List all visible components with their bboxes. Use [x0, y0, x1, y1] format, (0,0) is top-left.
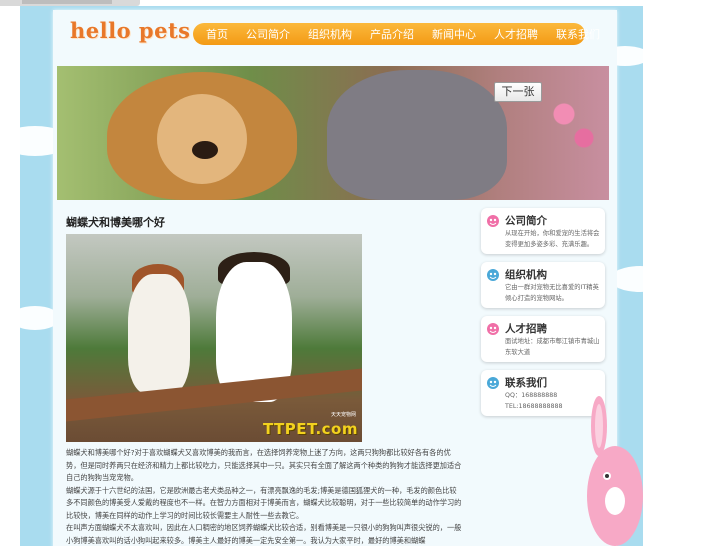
nav-item-contact[interactable]: 联系我们: [556, 26, 600, 42]
sidebar-card-organization[interactable]: 组织机构 它由一群对宠物无比喜爱的IT精英倾心打造的宠物网站。: [481, 262, 605, 308]
next-slide-button[interactable]: 下一张: [494, 82, 542, 102]
page-container: hello pets 首页 公司简介 组织机构 产品介绍 新闻中心 人才招聘 联…: [53, 10, 617, 546]
site-logo[interactable]: hello pets: [70, 18, 190, 43]
sidebar-card-company[interactable]: 公司简介 从现在开始，你和爱宠的生活将会变得更加多姿多彩、充满乐趣。: [481, 208, 605, 254]
nav-item-products[interactable]: 产品介绍: [370, 26, 414, 42]
pet-icon: [487, 323, 499, 335]
sidebar-card-text: 从现在开始，你和爱宠的生活将会变得更加多姿多彩、充满乐趣。: [505, 230, 600, 248]
banner-flowers: [549, 96, 599, 156]
nav-item-organization[interactable]: 组织机构: [308, 26, 352, 42]
sidebar-card-title: 组织机构: [505, 269, 547, 281]
article-paragraph: 蝴蝶犬和博美哪个好?对于喜欢蝴蝶犬又喜欢博美的我而言，在选择饲养宠物上迷了方向，…: [66, 448, 462, 482]
nav-item-news[interactable]: 新闻中心: [432, 26, 476, 42]
article-body: 蝴蝶犬和博美哪个好?对于喜欢蝴蝶犬又喜欢博美的我而言，在选择饲养宠物上迷了方向，…: [66, 447, 462, 546]
bunny-decoration: [587, 396, 643, 546]
article-photo: 天天宠物网 TTPET.com: [66, 234, 362, 442]
page-margin: [700, 0, 727, 549]
banner-slideshow: 下一张: [57, 66, 609, 200]
article-section: 蝴蝶犬和博美哪个好 天天宠物网 TTPET.com 蝴蝶犬和博美哪个好?对于喜欢…: [66, 208, 466, 546]
banner-puppy-nose: [192, 141, 218, 159]
sidebar-card-title: 公司简介: [505, 215, 547, 227]
photo-watermark-logo: TTPET.com: [262, 420, 358, 438]
sidebar: 公司简介 从现在开始，你和爱宠的生活将会变得更加多姿多彩、充满乐趣。 组织机构 …: [481, 208, 605, 424]
article-paragraph: 蝴蝶犬源于十六世纪的法国，它是欧洲最古老犬类品种之一，有漂亮飘逸的毛发;博美是德…: [66, 485, 462, 520]
sidebar-card-jobs[interactable]: 人才招聘 面试地址：成都市郫江镇市青城山东软大道: [481, 316, 605, 362]
sidebar-card-text: 面试地址：成都市郫江镇市青城山东软大道: [505, 338, 600, 356]
main-nav: 首页 公司简介 组织机构 产品介绍 新闻中心 人才招聘 联系我们: [193, 23, 600, 45]
browser-tab[interactable]: [22, 0, 112, 4]
page-background: hello pets 首页 公司简介 组织机构 产品介绍 新闻中心 人才招聘 联…: [20, 6, 643, 546]
nav-item-company[interactable]: 公司简介: [246, 26, 290, 42]
papillon-dog-image: [128, 274, 190, 394]
article-title[interactable]: 蝴蝶犬和博美哪个好: [66, 214, 466, 230]
browser-viewport: hello pets 首页 公司简介 组织机构 产品介绍 新闻中心 人才招聘 联…: [0, 0, 727, 549]
banner-kitten-image: [327, 70, 507, 200]
banner-puppy-face: [157, 94, 247, 184]
sidebar-card-title: 联系我们: [505, 377, 547, 389]
article-paragraph: 在叫声方面蝴蝶犬不太喜欢叫，因此在人口稠密的地区饲养蝴蝶犬比较合适，别看博美是一…: [66, 523, 462, 545]
site-header: hello pets 首页 公司简介 组织机构 产品介绍 新闻中心 人才招聘 联…: [53, 10, 617, 62]
pet-icon: [487, 377, 499, 389]
pet-icon: [487, 215, 499, 227]
sidebar-card-title: 人才招聘: [505, 323, 547, 335]
nav-item-jobs[interactable]: 人才招聘: [494, 26, 538, 42]
photo-watermark-subtitle: 天天宠物网: [330, 412, 356, 418]
sidebar-card-text: 它由一群对宠物无比喜爱的IT精英倾心打造的宠物网站。: [505, 284, 599, 302]
wooden-bench: [66, 368, 362, 422]
pet-icon: [487, 269, 499, 281]
nav-item-home[interactable]: 首页: [206, 26, 228, 42]
